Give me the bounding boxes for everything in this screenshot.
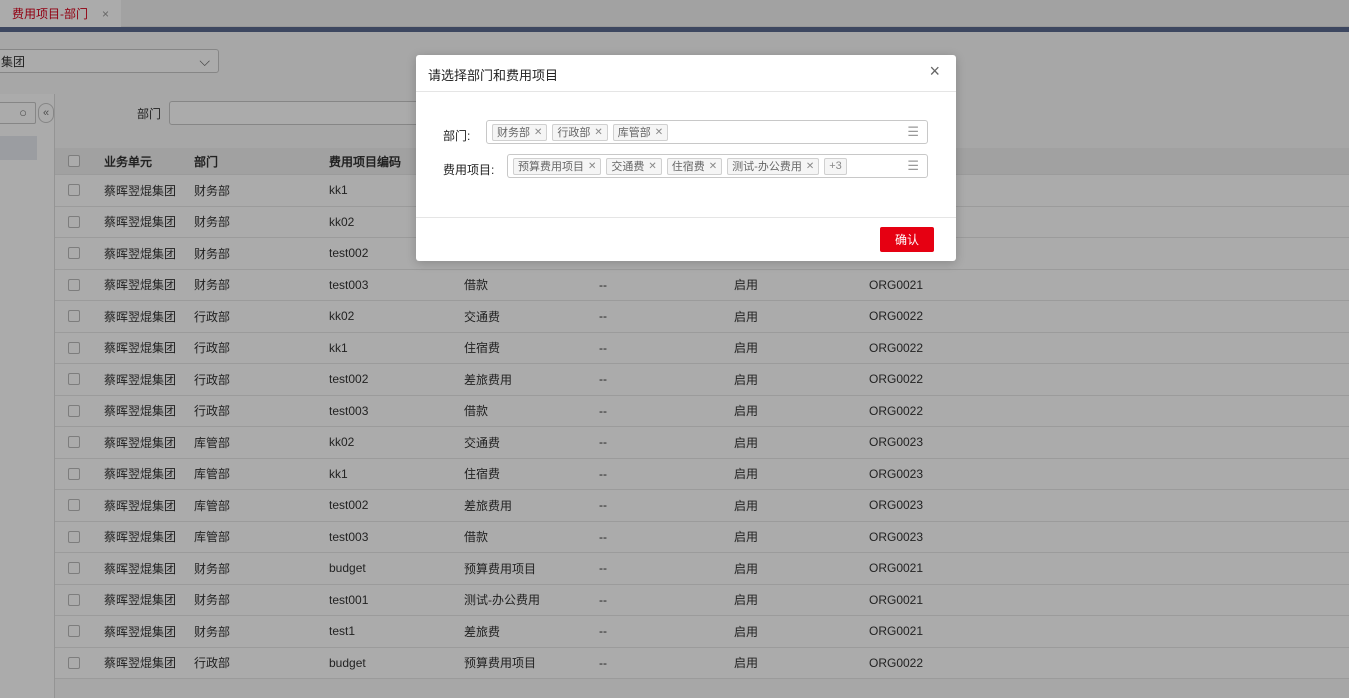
selected-tag[interactable]: 行政部 ✕ — [552, 123, 608, 141]
selected-tag[interactable]: 库管部 ✕ — [612, 123, 669, 141]
tag-remove-icon[interactable]: ✕ — [648, 161, 656, 172]
confirm-button-label: 确认 — [894, 233, 919, 247]
dept-field-label: 部门: — [443, 129, 471, 143]
confirm-button[interactable]: 确认 — [880, 227, 934, 252]
close-icon[interactable]: × — [929, 61, 940, 82]
list-icon[interactable]: ☰ — [907, 124, 919, 140]
tag-remove-icon[interactable]: ✕ — [806, 161, 814, 172]
list-icon[interactable]: ☰ — [907, 158, 919, 174]
tag-label: 住宿费 — [671, 161, 705, 173]
tag-label: 测试-办公费用 — [732, 161, 802, 173]
tag-remove-icon[interactable]: ✕ — [588, 161, 596, 172]
tag-label: 财务部 — [497, 127, 530, 139]
selected-tag[interactable]: 住宿费 ✕ — [666, 157, 723, 175]
dialog-title: 请选择部门和费用项目 — [428, 68, 559, 83]
expense-item-tag-input[interactable]: 预算费用项目 ✕ 交通费 ✕ 住宿费 ✕ 测试-办公费用 ✕ +3 ☰ — [507, 154, 928, 178]
select-dept-expense-dialog: 请选择部门和费用项目 × 部门: 财务部 ✕ 行政部 ✕ 库管部 ✕ ☰ 费用项目: 预算费… — [416, 55, 956, 261]
selected-tag[interactable]: 预算费用项目 ✕ — [513, 157, 602, 175]
divider — [416, 217, 956, 218]
dept-tag-input[interactable]: 财务部 ✕ 行政部 ✕ 库管部 ✕ ☰ — [486, 120, 928, 144]
tag-label: 预算费用项目 — [518, 161, 584, 173]
selected-tag[interactable]: 财务部 ✕ — [492, 123, 548, 141]
tag-remove-icon[interactable]: ✕ — [534, 127, 542, 138]
tag-remove-icon[interactable]: ✕ — [709, 161, 717, 172]
selected-tag[interactable]: 交通费 ✕ — [606, 157, 662, 175]
divider — [416, 91, 956, 92]
tag-label: 交通费 — [611, 161, 645, 173]
tag-label: 库管部 — [617, 127, 651, 139]
tag-label: 行政部 — [557, 127, 591, 139]
tag-remove-icon[interactable]: ✕ — [655, 127, 663, 138]
expense-item-field-label: 费用项目: — [443, 163, 495, 177]
selected-tag[interactable]: 测试-办公费用 ✕ — [727, 157, 820, 175]
more-tags-badge[interactable]: +3 — [824, 157, 847, 175]
tag-remove-icon[interactable]: ✕ — [594, 127, 602, 138]
